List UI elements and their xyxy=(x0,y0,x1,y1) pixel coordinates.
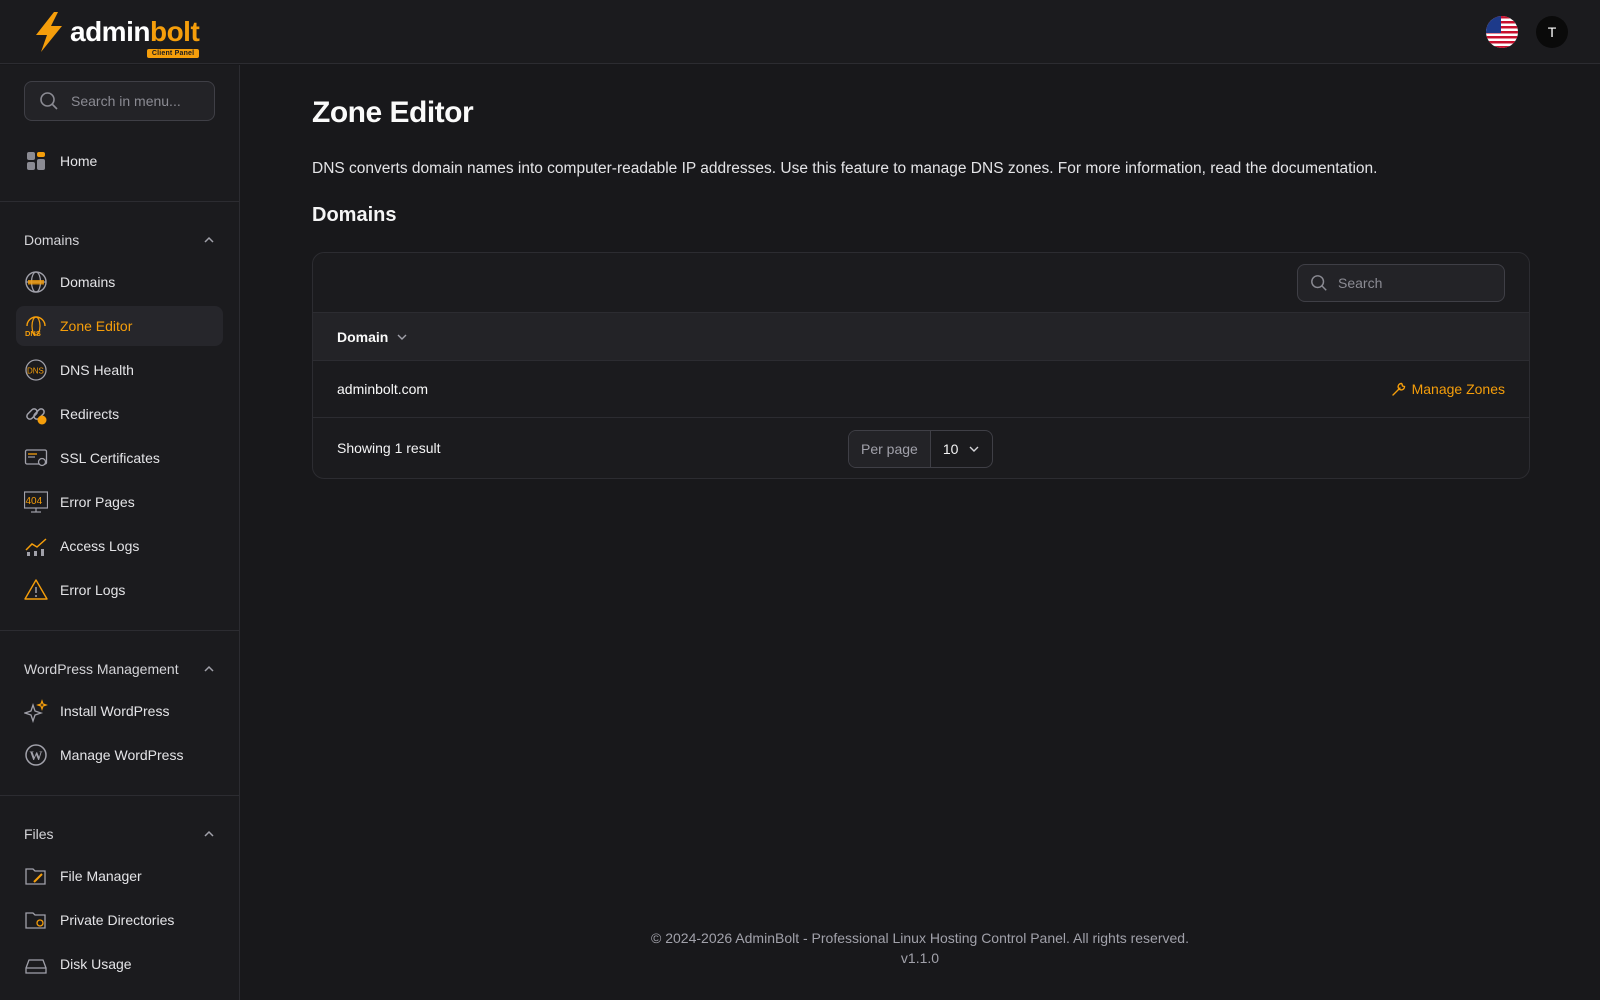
sidebar-item-label: Error Pages xyxy=(60,494,135,510)
sidebar-item-label: Home xyxy=(60,153,98,169)
sidebar-item-label: DNS Health xyxy=(60,362,134,378)
sidebar-item-label: File Manager xyxy=(60,868,142,884)
results-count: Showing 1 result xyxy=(337,440,441,456)
sidebar-item-ssl-certificates[interactable]: SSL Certificates xyxy=(16,438,223,478)
sidebar-item-zone-editor[interactable]: DNS Zone Editor xyxy=(16,306,223,346)
us-flag-icon[interactable] xyxy=(1486,15,1518,48)
per-page-select[interactable]: Per page 10 xyxy=(848,430,994,468)
404-icon: 404 xyxy=(24,490,48,514)
sidebar-item-error-pages[interactable]: 404 Error Pages xyxy=(16,482,223,522)
sidebar-item-home[interactable]: Home xyxy=(16,141,223,181)
section-title: Domains xyxy=(312,204,397,226)
wordpress-icon: W xyxy=(24,743,48,767)
sidebar-item-manage-wordpress[interactable]: W Manage WordPress xyxy=(16,735,223,775)
version-text: v1.1.0 xyxy=(900,950,940,966)
sidebar-item-dns-health[interactable]: DNS DNS Health xyxy=(16,350,223,390)
page-description: DNS converts domain names into computer-… xyxy=(312,160,1378,177)
domains-table-card: Search Domain adminbolt.com Manage Zones… xyxy=(312,252,1530,479)
sidebar-item-domains[interactable]: Domains xyxy=(16,262,223,302)
group-label: Files xyxy=(24,826,54,842)
table-header: Domain xyxy=(313,313,1529,361)
sidebar-item-label: Access Logs xyxy=(60,538,140,554)
svg-text:DNS: DNS xyxy=(27,367,44,376)
folder-edit-icon xyxy=(24,864,48,888)
dashboard-icon xyxy=(24,149,48,173)
user-avatar[interactable]: T xyxy=(1536,15,1568,48)
table-footer: Showing 1 result Per page 10 xyxy=(313,418,1529,478)
folder-lock-icon xyxy=(24,908,48,932)
group-label: WordPress Management xyxy=(24,661,179,677)
sidebar-search-placeholder: Search in menu... xyxy=(71,93,181,109)
sidebar-item-label: Error Logs xyxy=(60,582,126,598)
disk-icon xyxy=(24,952,48,976)
chevron-down-icon xyxy=(397,334,407,340)
manage-zones-label: Manage Zones xyxy=(1411,381,1505,397)
column-header-domain[interactable]: Domain xyxy=(337,329,408,345)
sidebar-item-access-logs[interactable]: Access Logs xyxy=(16,526,223,566)
per-page-value[interactable]: 10 xyxy=(931,431,993,467)
top-bar: adminbolt Client Panel T xyxy=(0,0,1600,64)
dns-globe-icon: DNS xyxy=(24,314,48,338)
sidebar-item-label: Domains xyxy=(60,274,116,290)
table-toolbar: Search xyxy=(313,253,1529,313)
brand-logo[interactable]: adminbolt Client Panel xyxy=(32,11,200,58)
page-title: Zone Editor xyxy=(312,96,474,129)
brand-name-admin: admin xyxy=(70,15,150,47)
sidebar-item-label: Private Directories xyxy=(60,912,175,928)
dns-icon: DNS xyxy=(24,358,48,382)
bolt-logo-icon xyxy=(36,11,62,52)
sidebar-item-label: Disk Usage xyxy=(60,956,132,972)
sidebar-item-error-logs[interactable]: Error Logs xyxy=(16,570,223,610)
group-domains-header[interactable]: Domains xyxy=(24,222,215,258)
domain-cell: adminbolt.com xyxy=(337,381,429,397)
table-search-placeholder: Search xyxy=(1338,274,1383,291)
group-label: Domains xyxy=(24,232,80,248)
globe-icon xyxy=(24,270,48,294)
chevron-up-icon xyxy=(204,236,214,243)
sidebar-item-label: Manage WordPress xyxy=(60,747,184,763)
group-files-header[interactable]: Files xyxy=(24,816,215,852)
sidebar-item-label: Install WordPress xyxy=(60,703,170,719)
sidebar-item-private-directories[interactable]: Private Directories xyxy=(16,900,223,940)
copyright-text: © 2024-2026 AdminBolt - Professional Lin… xyxy=(651,930,1189,946)
sidebar-item-label: SSL Certificates xyxy=(60,450,160,466)
link-icon xyxy=(24,402,48,426)
chevron-up-icon xyxy=(204,665,214,672)
wrench-icon xyxy=(1391,382,1405,396)
chart-icon xyxy=(24,534,48,558)
certificate-icon xyxy=(24,446,48,470)
group-wordpress-header[interactable]: WordPress Management xyxy=(24,651,215,687)
sparkle-icon xyxy=(24,699,48,723)
sidebar: Search in menu... Home Domains Domains D… xyxy=(0,65,240,1000)
page-footer: © 2024-2026 AdminBolt - Professional Lin… xyxy=(240,928,1600,968)
chevron-down-icon xyxy=(969,446,979,452)
column-label: Domain xyxy=(337,328,389,345)
table-search-input[interactable]: Search xyxy=(1297,263,1505,302)
sidebar-item-label: Zone Editor xyxy=(60,318,133,334)
search-icon xyxy=(40,92,58,110)
manage-zones-button[interactable]: Manage Zones xyxy=(1391,381,1505,397)
main-content: Zone Editor DNS converts domain names in… xyxy=(312,65,1530,479)
svg-text:DNS: DNS xyxy=(25,329,41,338)
per-page-label: Per page xyxy=(849,431,931,467)
table-row: adminbolt.com Manage Zones xyxy=(313,361,1529,418)
brand-badge: Client Panel xyxy=(146,48,200,58)
svg-text:404: 404 xyxy=(26,496,43,507)
brand-wordmark: adminbolt Client Panel xyxy=(70,15,200,58)
svg-text:W: W xyxy=(30,748,43,763)
chevron-up-icon xyxy=(204,830,214,837)
sidebar-item-label: Redirects xyxy=(60,406,120,422)
sidebar-item-redirects[interactable]: Redirects xyxy=(16,394,223,434)
search-icon xyxy=(1311,274,1327,291)
sidebar-search[interactable]: Search in menu... xyxy=(24,81,215,121)
brand-name-bolt: bolt xyxy=(149,15,200,47)
sidebar-item-file-manager[interactable]: File Manager xyxy=(16,856,223,896)
per-page-selected: 10 xyxy=(942,441,959,457)
sidebar-item-install-wordpress[interactable]: Install WordPress xyxy=(16,691,223,731)
warning-icon xyxy=(24,578,48,602)
sidebar-item-disk-usage[interactable]: Disk Usage xyxy=(16,944,223,984)
